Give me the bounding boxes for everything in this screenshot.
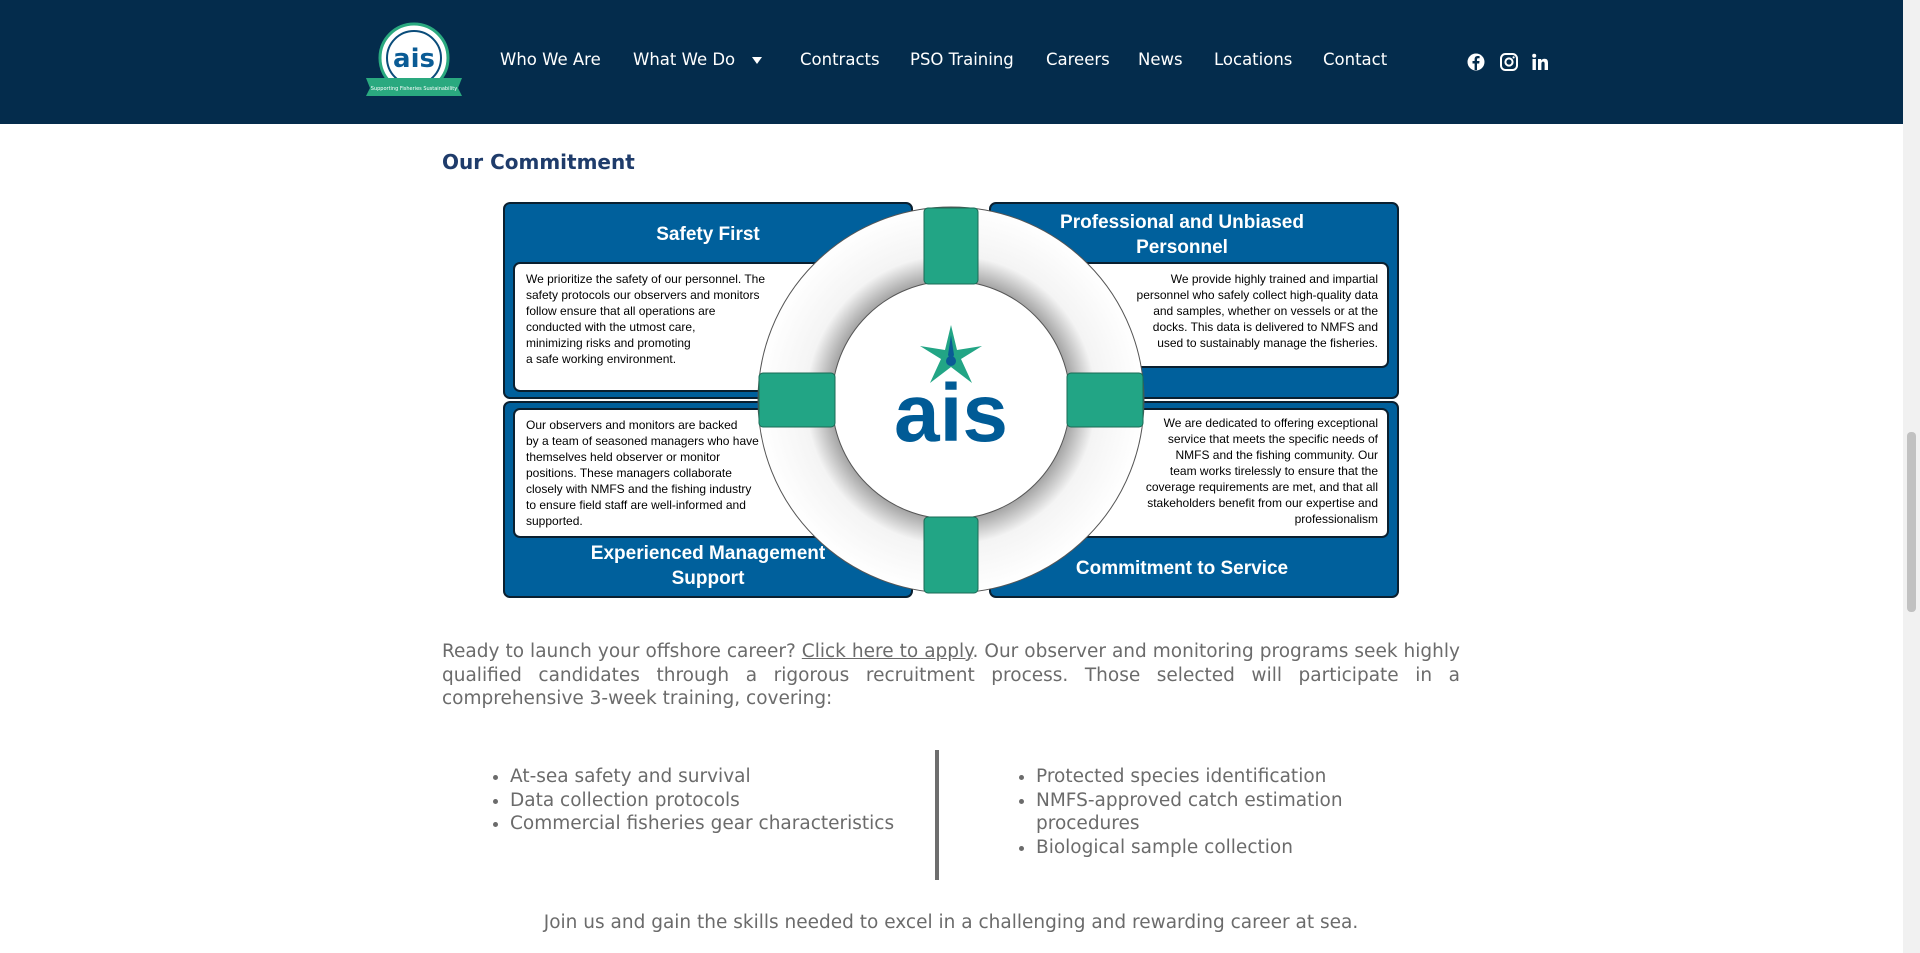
nav-news[interactable]: News [1138,50,1183,69]
professional-line: and samples, whether on vessels or at th… [1153,304,1378,318]
professional-line: docks. This data is delivered to NMFS an… [1153,320,1378,334]
apply-link[interactable]: Click here to apply [802,641,973,662]
list-item: Commercial fisheries gear characteristic… [510,812,930,836]
management-title-line1: Experienced Management [591,543,826,564]
service-line: team works tirelessly to ensure that the [1170,464,1378,478]
list-item: NMFS-approved catch estimation procedure… [1036,789,1396,836]
service-line: We are dedicated to offering exceptional [1164,416,1378,430]
safety-line: conducted with the utmost care, [526,320,695,334]
safety-line: We prioritize the safety of our personne… [526,272,765,286]
intro-paragraph: Ready to launch your offshore career? Cl… [442,640,1460,711]
intro-text-start: Ready to launch your offshore career? [442,641,802,662]
section-title: Our Commitment [442,150,635,174]
ring-strap-bottom [923,516,979,594]
logo-ribbon-text: Supporting Fisheries Sustainability [371,86,457,92]
management-line: to ensure field staff are well-informed … [526,498,746,512]
facebook-icon[interactable] [1466,52,1486,72]
list-item: At-sea safety and survival [510,765,930,789]
linkedin-icon[interactable] [1530,52,1550,72]
safety-line: minimizing risks and promoting [526,336,691,350]
service-title: Commitment to Service [1076,558,1288,579]
service-line: service that meets the specific needs of [1168,432,1379,446]
list-item: Protected species identification [1036,765,1396,789]
safety-line: a safe working environment. [526,352,676,366]
ring-strap-right [1066,372,1144,428]
nav-who-we-are[interactable]: Who We Are [500,50,601,69]
page-scrollbar[interactable] [1903,0,1920,953]
professional-line: used to sustainably manage the fisheries… [1157,336,1378,350]
nav-careers[interactable]: Careers [1046,50,1110,69]
ring-strap-top [923,207,979,285]
management-line: supported. [526,514,583,528]
closing-text: Join us and gain the skills needed to ex… [543,912,1359,933]
training-list-left: At-sea safety and survival Data collecti… [492,765,930,836]
nav-what-we-do[interactable]: What We Do [633,50,735,69]
management-line: by a team of seasoned managers who have [526,434,759,448]
nav-contracts[interactable]: Contracts [800,50,880,69]
professional-line: personnel who safely collect high-qualit… [1137,288,1379,302]
chevron-down-icon[interactable] [752,57,762,64]
professional-title-line2: Personnel [1136,237,1228,258]
ais-logo[interactable]: ais Supporting Fisheries Sustainability [362,22,466,102]
list-item: Biological sample collection [1036,836,1396,860]
management-title-line2: Support [672,568,745,589]
safety-line: follow ensure that all operations are [526,304,716,318]
safety-line: safety protocols our observers and monit… [526,288,759,302]
management-line: Our observers and monitors are backed [526,418,737,432]
service-line: stakeholders benefit from our expertise … [1147,496,1378,510]
nav-locations[interactable]: Locations [1214,50,1292,69]
training-list-right: Protected species identification NMFS-ap… [1018,765,1396,859]
commitment-infographic: Safety First Professional and Unbiased P… [503,202,1399,598]
list-divider [935,750,939,880]
service-line: professionalism [1295,512,1378,526]
site-header: ais Supporting Fisheries Sustainability … [0,0,1903,124]
instagram-icon[interactable] [1499,52,1519,72]
management-line: closely with NMFS and the fishing indust… [526,482,751,496]
nav-contact[interactable]: Contact [1323,50,1387,69]
list-item: Data collection protocols [510,789,930,813]
center-ais-logo-text: ais [894,368,1008,459]
logo-text: ais [393,44,435,74]
ring-strap-left [758,372,836,428]
nav-pso-training[interactable]: PSO Training [910,50,1014,69]
professional-title-line1: Professional and Unbiased [1060,212,1304,233]
service-line: NMFS and the fishing community. Our [1175,448,1378,462]
safety-title: Safety First [656,224,760,245]
management-line: positions. These managers collaborate [526,466,732,480]
service-line: coverage requirements are met, and that … [1146,480,1378,494]
management-line: themselves held observer or monitor [526,450,720,464]
professional-line: We provide highly trained and impartial [1171,272,1378,286]
scrollbar-thumb[interactable] [1907,432,1916,612]
